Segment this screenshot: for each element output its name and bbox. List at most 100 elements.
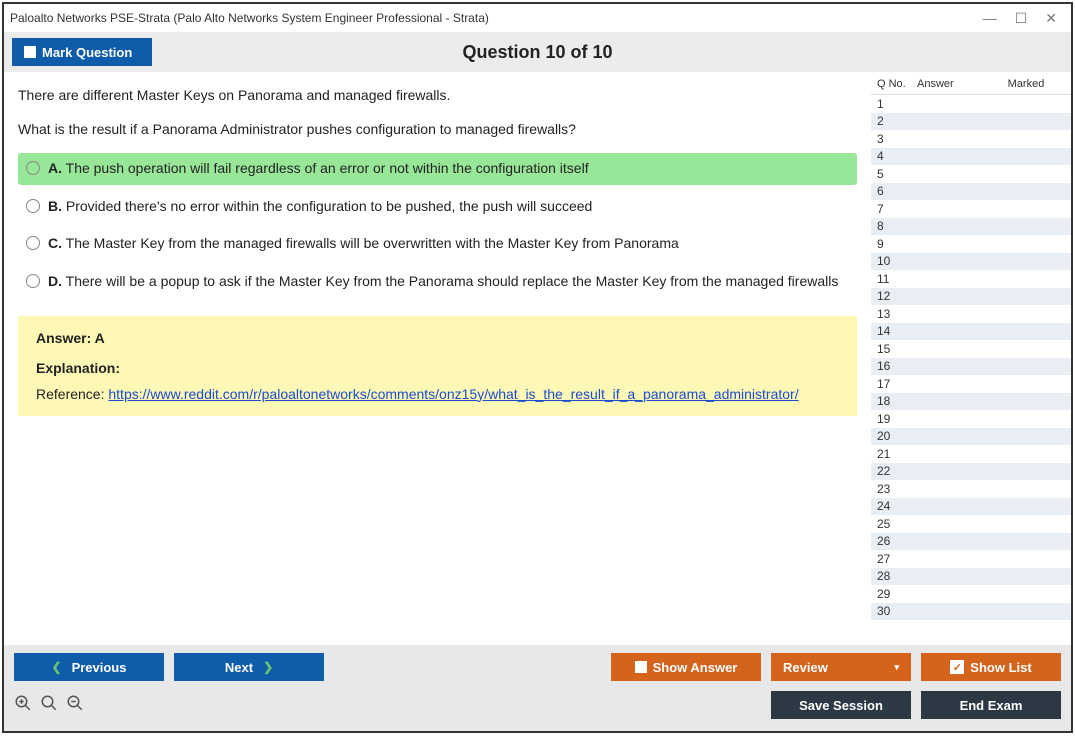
reference-link[interactable]: https://www.reddit.com/r/paloaltonetwork… — [108, 386, 798, 402]
question-list[interactable]: 1234567891011121314151617181920212223242… — [871, 94, 1071, 645]
chevron-right-icon: ❯ — [263, 660, 273, 674]
question-list-panel: Q No. Answer Marked 12345678910111213141… — [871, 72, 1071, 645]
list-row[interactable]: 15 — [871, 340, 1071, 358]
window-title: Paloalto Networks PSE-Strata (Palo Alto … — [10, 11, 983, 25]
list-row[interactable]: 21 — [871, 445, 1071, 463]
reference-prefix: Reference: — [36, 386, 108, 402]
header-marked: Marked — [987, 78, 1065, 90]
next-button[interactable]: Next ❯ — [174, 653, 324, 681]
list-row[interactable]: 25 — [871, 515, 1071, 533]
list-row[interactable]: 3 — [871, 130, 1071, 148]
show-answer-button[interactable]: Show Answer — [611, 653, 761, 681]
list-row-qno: 1 — [877, 97, 917, 111]
zoom-out-icon[interactable] — [66, 694, 84, 717]
list-row-qno: 3 — [877, 132, 917, 146]
list-row-qno: 24 — [877, 499, 917, 513]
option-a[interactable]: A. The push operation will fail regardle… — [18, 153, 857, 185]
list-row-qno: 10 — [877, 254, 917, 268]
titlebar: Paloalto Networks PSE-Strata (Palo Alto … — [4, 4, 1071, 32]
list-row[interactable]: 9 — [871, 235, 1071, 253]
list-row[interactable]: 16 — [871, 358, 1071, 376]
header-qno: Q No. — [877, 78, 917, 90]
list-row[interactable]: 17 — [871, 375, 1071, 393]
radio-icon — [26, 236, 40, 250]
answer-line: Answer: A — [36, 330, 839, 346]
list-row-qno: 28 — [877, 569, 917, 583]
list-row[interactable]: 29 — [871, 585, 1071, 603]
list-row[interactable]: 27 — [871, 550, 1071, 568]
radio-icon — [26, 199, 40, 213]
list-row-qno: 4 — [877, 149, 917, 163]
option-d-text: D. There will be a popup to ask if the M… — [48, 272, 838, 292]
show-list-button[interactable]: ✓ Show List — [921, 653, 1061, 681]
show-answer-label: Show Answer — [653, 660, 738, 675]
list-row-qno: 12 — [877, 289, 917, 303]
checkbox-checked-icon: ✓ — [950, 660, 964, 674]
end-exam-button[interactable]: End Exam — [921, 691, 1061, 719]
list-row[interactable]: 1 — [871, 95, 1071, 113]
list-row[interactable]: 5 — [871, 165, 1071, 183]
option-a-text: A. The push operation will fail regardle… — [48, 159, 589, 179]
list-row-qno: 17 — [877, 377, 917, 391]
list-row[interactable]: 8 — [871, 218, 1071, 236]
radio-icon — [26, 274, 40, 288]
zoom-reset-icon[interactable] — [14, 694, 32, 717]
list-row[interactable]: 24 — [871, 498, 1071, 516]
save-session-button[interactable]: Save Session — [771, 691, 911, 719]
zoom-in-icon[interactable] — [40, 694, 58, 717]
previous-label: Previous — [72, 660, 127, 675]
list-row[interactable]: 19 — [871, 410, 1071, 428]
list-row[interactable]: 13 — [871, 305, 1071, 323]
list-row[interactable]: 11 — [871, 270, 1071, 288]
review-label: Review — [783, 660, 828, 675]
list-row-qno: 29 — [877, 587, 917, 601]
app-window: Paloalto Networks PSE-Strata (Palo Alto … — [2, 2, 1073, 733]
maximize-icon[interactable]: ☐ — [1015, 11, 1028, 25]
list-row-qno: 7 — [877, 202, 917, 216]
question-line-1: There are different Master Keys on Panor… — [18, 86, 857, 106]
reference-line: Reference: https://www.reddit.com/r/palo… — [36, 386, 839, 402]
list-row[interactable]: 18 — [871, 393, 1071, 411]
zoom-controls — [14, 694, 84, 717]
save-session-label: Save Session — [799, 698, 883, 713]
option-b[interactable]: B. Provided there's no error within the … — [18, 191, 857, 223]
list-row[interactable]: 12 — [871, 288, 1071, 306]
list-row-qno: 5 — [877, 167, 917, 181]
main-panel: There are different Master Keys on Panor… — [4, 72, 871, 645]
list-row[interactable]: 22 — [871, 463, 1071, 481]
list-row[interactable]: 2 — [871, 113, 1071, 131]
list-row[interactable]: 26 — [871, 533, 1071, 551]
header-answer: Answer — [917, 78, 987, 90]
list-row[interactable]: 10 — [871, 253, 1071, 271]
list-row[interactable]: 14 — [871, 323, 1071, 341]
option-d[interactable]: D. There will be a popup to ask if the M… — [18, 266, 857, 298]
review-button[interactable]: Review ▾ — [771, 653, 911, 681]
list-row-qno: 25 — [877, 517, 917, 531]
checkbox-empty-icon — [24, 46, 36, 58]
list-row[interactable]: 7 — [871, 200, 1071, 218]
minimize-icon[interactable]: — — [983, 11, 997, 25]
list-row-qno: 23 — [877, 482, 917, 496]
list-row-qno: 14 — [877, 324, 917, 338]
previous-button[interactable]: ❮ Previous — [14, 653, 164, 681]
chevron-left-icon: ❮ — [52, 660, 62, 674]
list-row[interactable]: 20 — [871, 428, 1071, 446]
list-row[interactable]: 6 — [871, 183, 1071, 201]
list-row[interactable]: 28 — [871, 568, 1071, 586]
next-label: Next — [225, 660, 253, 675]
list-row[interactable]: 30 — [871, 603, 1071, 621]
explanation-label: Explanation: — [36, 360, 839, 376]
mark-question-button[interactable]: Mark Question — [12, 38, 152, 66]
show-list-label: Show List — [970, 660, 1031, 675]
body-area: There are different Master Keys on Panor… — [4, 72, 1071, 645]
close-icon[interactable]: ✕ — [1045, 11, 1057, 25]
question-counter: Question 10 of 10 — [4, 42, 1071, 63]
list-row[interactable]: 4 — [871, 148, 1071, 166]
list-row-qno: 15 — [877, 342, 917, 356]
list-row-qno: 16 — [877, 359, 917, 373]
list-row[interactable]: 23 — [871, 480, 1071, 498]
option-c[interactable]: C. The Master Key from the managed firew… — [18, 228, 857, 260]
toolbar: Mark Question Question 10 of 10 — [4, 32, 1071, 72]
list-header: Q No. Answer Marked — [871, 72, 1071, 94]
footer: ❮ Previous Next ❯ Show Answer Review ▾ ✓… — [4, 645, 1071, 731]
